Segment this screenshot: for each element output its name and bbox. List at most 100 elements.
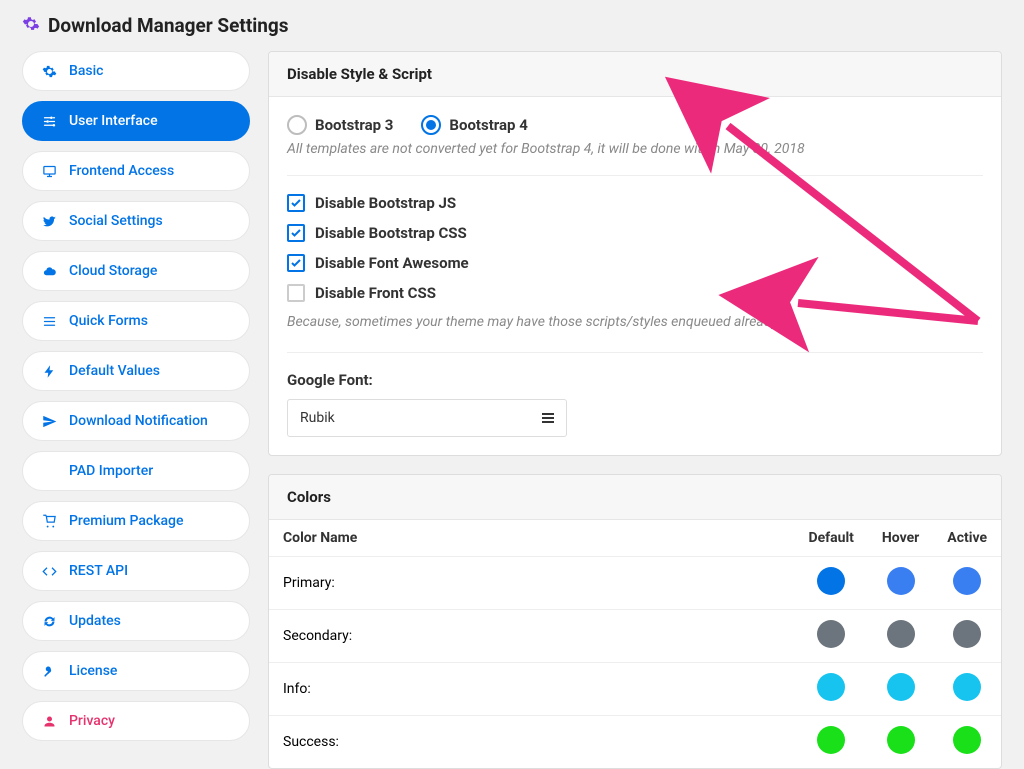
code-icon <box>41 564 57 579</box>
checkbox-disable-font-awesome[interactable]: Disable Font Awesome <box>287 254 983 272</box>
sidebar-item-label: Quick Forms <box>69 313 148 329</box>
color-swatch-active[interactable] <box>953 620 981 648</box>
disable-checks: Disable Bootstrap JS Disable Bootstrap CS… <box>287 194 983 302</box>
main-content: Disable Style & Script Bootstrap 3Bootst… <box>268 51 1002 769</box>
sidebar-item-social-settings[interactable]: Social Settings <box>22 201 250 241</box>
sidebar-item-updates[interactable]: Updates <box>22 601 250 641</box>
checkbox-icon <box>287 224 305 242</box>
menu-icon <box>542 413 554 423</box>
cart-icon <box>41 514 57 529</box>
table-row: Secondary: <box>269 610 1001 663</box>
user-icon <box>41 714 57 729</box>
color-name: Primary: <box>269 557 794 610</box>
google-font-select[interactable]: Rubik <box>287 399 567 437</box>
checkbox-label: Disable Bootstrap CSS <box>315 224 467 242</box>
bootstrap-version-radios: Bootstrap 3 Bootstrap 4 <box>287 115 983 135</box>
sidebar-item-download-notification[interactable]: Download Notification <box>22 401 250 441</box>
monitor-icon <box>41 164 57 179</box>
radio-bootstrap-4[interactable]: Bootstrap 4 <box>421 115 527 135</box>
sidebar-item-label: REST API <box>69 563 128 579</box>
sidebar-item-label: Default Values <box>69 363 160 379</box>
checkbox-label: Disable Font Awesome <box>315 254 469 272</box>
font-value: Rubik <box>300 410 335 426</box>
send-icon <box>41 414 57 429</box>
table-row: Primary: <box>269 557 1001 610</box>
sidebar-item-frontend-access[interactable]: Frontend Access <box>22 151 250 191</box>
sidebar-item-premium-package[interactable]: Premium Package <box>22 501 250 541</box>
sidebar-item-label: Download Notification <box>69 413 208 429</box>
sidebar-item-label: Social Settings <box>69 213 163 229</box>
checkbox-disable-bootstrap-css[interactable]: Disable Bootstrap CSS <box>287 224 983 242</box>
color-name: Success: <box>269 716 794 769</box>
table-header: Hover <box>868 520 933 557</box>
checkbox-icon <box>287 194 305 212</box>
color-swatch-active[interactable] <box>953 726 981 754</box>
none-icon <box>41 464 57 479</box>
sidebar-item-default-values[interactable]: Default Values <box>22 351 250 391</box>
key-icon <box>41 664 57 679</box>
gear-icon <box>41 64 57 79</box>
colors-table: Color NameDefaultHoverActive Primary:Sec… <box>269 520 1001 768</box>
gear-icon <box>22 15 40 37</box>
table-row: Info: <box>269 663 1001 716</box>
sidebar-item-label: Updates <box>69 613 121 629</box>
sidebar-item-label: Basic <box>69 63 103 79</box>
checkbox-disable-bootstrap-js[interactable]: Disable Bootstrap JS <box>287 194 983 212</box>
color-name: Secondary: <box>269 610 794 663</box>
bolt-icon <box>41 364 57 379</box>
color-swatch-default[interactable] <box>817 673 845 701</box>
sidebar-item-quick-forms[interactable]: Quick Forms <box>22 301 250 341</box>
radio-icon <box>421 115 441 135</box>
checkbox-disable-front-css[interactable]: Disable Front CSS <box>287 284 983 302</box>
sidebar-item-pad-importer[interactable]: PAD Importer <box>22 451 250 491</box>
table-header: Color Name <box>269 520 794 557</box>
radio-note: All templates are not converted yet for … <box>287 141 983 157</box>
color-swatch-hover[interactable] <box>887 673 915 701</box>
radio-label: Bootstrap 4 <box>449 116 527 134</box>
refresh-icon <box>41 614 57 629</box>
color-swatch-default[interactable] <box>817 567 845 595</box>
panel-heading: Colors <box>269 475 1001 520</box>
color-swatch-hover[interactable] <box>887 726 915 754</box>
color-swatch-hover[interactable] <box>887 620 915 648</box>
radio-icon <box>287 115 307 135</box>
panel-heading: Disable Style & Script <box>269 52 1001 97</box>
sidebar-item-label: Cloud Storage <box>69 263 157 279</box>
sidebar-item-label: Privacy <box>69 713 115 729</box>
page-header: Download Manager Settings <box>0 0 1024 51</box>
cloud-icon <box>41 264 57 279</box>
sliders-icon <box>41 114 57 129</box>
radio-bootstrap-3[interactable]: Bootstrap 3 <box>287 115 393 135</box>
sidebar-item-rest-api[interactable]: REST API <box>22 551 250 591</box>
divider <box>287 352 983 353</box>
menu-icon <box>41 314 57 329</box>
color-swatch-active[interactable] <box>953 673 981 701</box>
sidebar-item-license[interactable]: License <box>22 651 250 691</box>
checkbox-icon <box>287 254 305 272</box>
checkbox-icon <box>287 284 305 302</box>
sidebar: Basic User Interface Frontend Access Social… <box>22 51 250 769</box>
sidebar-item-cloud-storage[interactable]: Cloud Storage <box>22 251 250 291</box>
bird-icon <box>41 214 57 229</box>
table-header: Default <box>794 520 867 557</box>
sidebar-item-label: PAD Importer <box>69 463 153 479</box>
check-note: Because, sometimes your theme may have t… <box>287 314 983 330</box>
sidebar-item-label: License <box>69 663 117 679</box>
table-header: Active <box>933 520 1001 557</box>
color-swatch-default[interactable] <box>817 726 845 754</box>
radio-label: Bootstrap 3 <box>315 116 393 134</box>
colors-panel: Colors Color NameDefaultHoverActive Prim… <box>268 474 1002 769</box>
page-title: Download Manager Settings <box>48 14 289 37</box>
color-swatch-active[interactable] <box>953 567 981 595</box>
table-row: Success: <box>269 716 1001 769</box>
color-swatch-default[interactable] <box>817 620 845 648</box>
color-name: Info: <box>269 663 794 716</box>
sidebar-item-basic[interactable]: Basic <box>22 51 250 91</box>
sidebar-item-label: User Interface <box>69 113 158 129</box>
color-swatch-hover[interactable] <box>887 567 915 595</box>
sidebar-item-privacy[interactable]: Privacy <box>22 701 250 741</box>
font-label: Google Font: <box>287 371 983 389</box>
sidebar-item-user-interface[interactable]: User Interface <box>22 101 250 141</box>
checkbox-label: Disable Front CSS <box>315 284 436 302</box>
disable-style-panel: Disable Style & Script Bootstrap 3Bootst… <box>268 51 1002 456</box>
